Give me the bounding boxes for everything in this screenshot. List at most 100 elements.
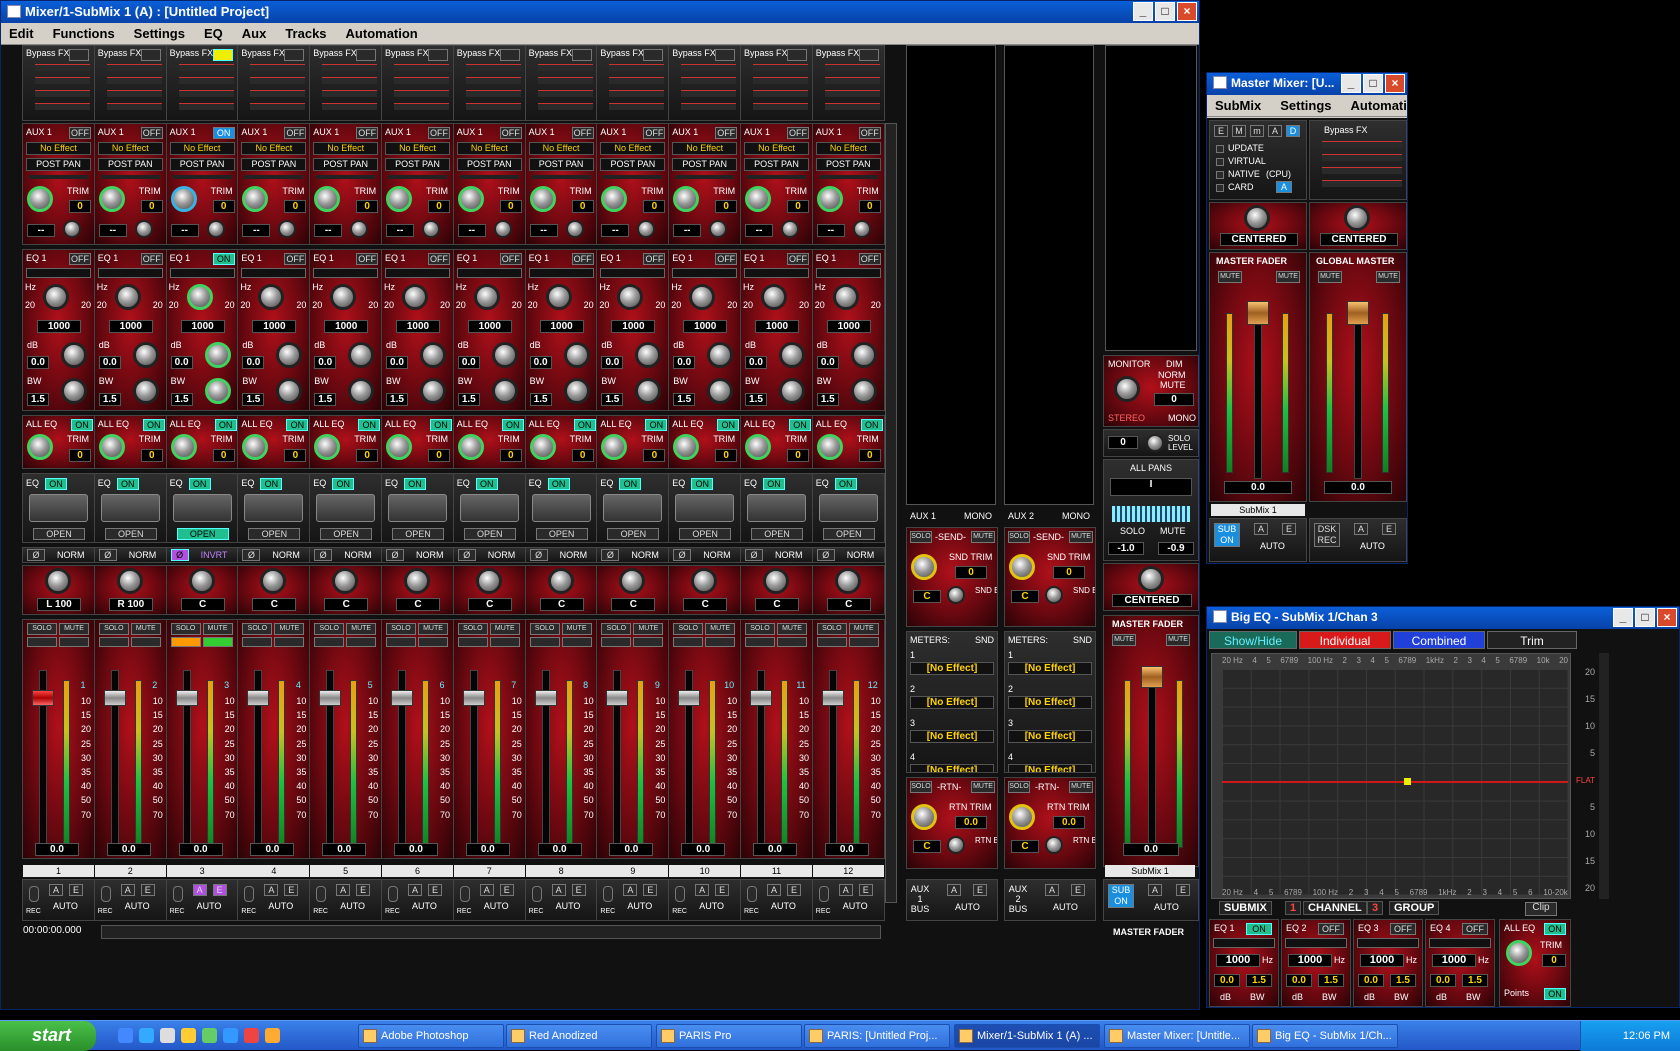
channel-name[interactable]: 9: [597, 865, 669, 877]
mute-button[interactable]: MUTE: [705, 623, 736, 635]
mute-button[interactable]: MUTE: [1218, 271, 1242, 283]
fx-slot[interactable]: [465, 64, 521, 71]
mute-button[interactable]: MUTE: [489, 623, 520, 635]
all-eq-toggle[interactable]: ON: [142, 419, 165, 431]
fx-slot[interactable]: [681, 103, 737, 110]
aux-effect[interactable]: No Effect: [313, 142, 379, 155]
fx-slot[interactable]: [250, 90, 306, 97]
auto-a-button[interactable]: A: [49, 884, 63, 896]
rec-toggle[interactable]: [459, 886, 470, 902]
pan-knob[interactable]: [1244, 205, 1270, 231]
mute-indicator[interactable]: [202, 637, 233, 647]
post-pan-button[interactable]: POST PAN: [600, 158, 666, 171]
solo-indicator[interactable]: [529, 637, 560, 647]
aux-toggle[interactable]: OFF: [715, 127, 738, 139]
aux-bus-effect[interactable]: [No Effect]: [1008, 764, 1092, 772]
aux-effect[interactable]: No Effect: [672, 142, 738, 155]
fx-slot[interactable]: [537, 77, 593, 84]
band-toggle[interactable]: OFF: [1462, 923, 1488, 935]
aux-pan-slider[interactable]: [29, 175, 88, 179]
auto-a-button[interactable]: A: [1354, 523, 1368, 535]
post-pan-button[interactable]: POST PAN: [169, 158, 235, 171]
auto-a-button[interactable]: A: [1254, 523, 1268, 535]
eq-open-button[interactable]: OPEN: [463, 528, 516, 540]
phase-button[interactable]: Ø: [314, 549, 333, 561]
freq-knob[interactable]: [689, 284, 716, 310]
quick-launch-icon[interactable]: [118, 1028, 133, 1043]
all-eq-toggle[interactable]: ON: [1544, 923, 1566, 935]
freq-knob[interactable]: [114, 284, 141, 310]
master-menu-automation[interactable]: Automation: [1351, 98, 1407, 113]
solo-level-knob[interactable]: [1146, 434, 1164, 452]
eq-footer-3[interactable]: 3: [1367, 901, 1384, 915]
eq-curve-button[interactable]: [169, 268, 235, 278]
eq-curve-button[interactable]: [241, 268, 307, 278]
mute-button[interactable]: MUTE: [1069, 531, 1093, 543]
rec-toggle[interactable]: [531, 886, 542, 902]
aux-pan-slider[interactable]: [531, 175, 591, 179]
channel-name[interactable]: 2: [94, 865, 166, 877]
mode-button-A[interactable]: A: [1268, 125, 1282, 137]
eq-vscroll[interactable]: [1599, 653, 1609, 899]
fx-slot[interactable]: [681, 90, 737, 97]
bypass-fx-button[interactable]: [428, 49, 448, 61]
mute-button[interactable]: MUTE: [971, 781, 995, 793]
bypass-fx-button[interactable]: [140, 49, 161, 61]
post-pan-button[interactable]: POST PAN: [97, 158, 163, 171]
maximize-icon[interactable]: □: [1635, 608, 1655, 627]
all-eq-toggle[interactable]: ON: [430, 419, 452, 431]
mute-indicator[interactable]: [705, 637, 736, 647]
mute-button[interactable]: MUTE: [848, 623, 879, 635]
volume-fader[interactable]: [32, 690, 54, 706]
all-eq-toggle[interactable]: ON: [717, 419, 740, 431]
solo-indicator[interactable]: [673, 637, 704, 647]
mute-button[interactable]: MUTE: [59, 623, 89, 635]
aux-pan-slider[interactable]: [675, 175, 735, 179]
bw-knob[interactable]: [61, 378, 87, 404]
aux-bus-effect[interactable]: [No Effect]: [1008, 696, 1092, 709]
all-eq-knob[interactable]: [529, 434, 556, 460]
solo-indicator[interactable]: [170, 637, 201, 647]
eq-curve-button[interactable]: [385, 268, 450, 278]
eq-curve-button[interactable]: [528, 268, 594, 278]
tab-individual[interactable]: Individual: [1299, 631, 1391, 649]
auto-a-button[interactable]: A: [1045, 884, 1059, 896]
phase-button[interactable]: Ø: [242, 549, 261, 561]
phase-button[interactable]: Ø: [457, 549, 476, 561]
solo-button[interactable]: SOLO: [1008, 781, 1030, 793]
gain-knob[interactable]: [276, 342, 303, 368]
fx-slot[interactable]: [753, 64, 808, 71]
all-eq-toggle[interactable]: ON: [860, 419, 883, 431]
post-pan-button[interactable]: POST PAN: [672, 158, 738, 171]
freq-knob[interactable]: [330, 284, 357, 310]
eq1-toggle[interactable]: OFF: [715, 253, 738, 265]
aux-bal-knob[interactable]: [565, 220, 584, 238]
solo-indicator[interactable]: [386, 637, 416, 647]
eq1-toggle[interactable]: OFF: [356, 253, 379, 265]
gain-knob[interactable]: [204, 342, 231, 368]
fx-slot[interactable]: [1322, 180, 1402, 187]
mute-button[interactable]: MUTE: [1376, 271, 1400, 283]
fx-slot[interactable]: [465, 90, 521, 97]
start-button[interactable]: start: [0, 1021, 96, 1051]
auto-e-button[interactable]: E: [571, 884, 586, 896]
post-pan-button[interactable]: POST PAN: [815, 158, 881, 171]
eq-open-button[interactable]: OPEN: [607, 528, 660, 540]
menu-automation[interactable]: Automation: [346, 26, 418, 41]
aux-bal-knob[interactable]: [422, 220, 440, 238]
pan-knob[interactable]: [475, 568, 502, 594]
eq-on-toggle[interactable]: ON: [763, 478, 785, 490]
pan-knob[interactable]: [691, 568, 718, 594]
fx-slot[interactable]: [250, 103, 306, 110]
solo-button[interactable]: SOLO: [386, 623, 416, 635]
auto-a-button[interactable]: A: [479, 884, 494, 896]
rec-toggle[interactable]: [29, 886, 39, 902]
auto-e-button[interactable]: E: [1071, 884, 1085, 896]
auto-e-button[interactable]: E: [1282, 523, 1296, 535]
all-eq-toggle[interactable]: ON: [789, 419, 811, 431]
mute-button[interactable]: MUTE: [1166, 634, 1190, 646]
solo-button[interactable]: SOLO: [910, 781, 932, 793]
pan-knob[interactable]: [260, 568, 287, 594]
mute-button[interactable]: MUTE: [346, 623, 377, 635]
aux-bus-effect[interactable]: [No Effect]: [1008, 730, 1092, 743]
